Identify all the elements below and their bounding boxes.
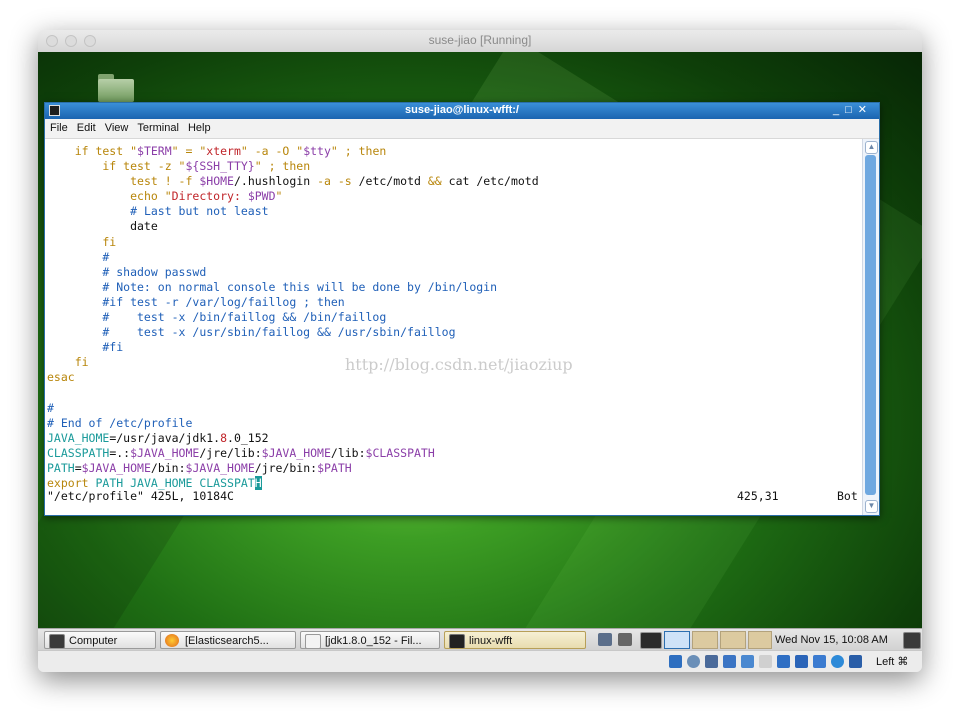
close-icon[interactable]: ✕: [858, 104, 873, 116]
video-capture-icon[interactable]: [795, 655, 808, 668]
guest-desktop: suse-jiao@linux-wfft:/ _□✕ File Edit View T…: [38, 52, 922, 650]
optical-drive-icon[interactable]: [687, 655, 700, 668]
workspace-3[interactable]: [720, 631, 746, 649]
workspace-2[interactable]: [692, 631, 718, 649]
scrollbar-thumb[interactable]: [865, 155, 876, 495]
menu-terminal[interactable]: Terminal: [132, 119, 183, 134]
network-icon[interactable]: [598, 633, 612, 646]
taskbar-file-manager[interactable]: [jdk1.8.0_152 - Fil...: [300, 631, 440, 649]
shared-folders-icon[interactable]: [759, 655, 772, 668]
display-status-icon[interactable]: [777, 655, 790, 668]
keyboard-icon[interactable]: [849, 655, 862, 668]
terminal-window: suse-jiao@linux-wfft:/ _□✕ File Edit View T…: [44, 102, 880, 516]
vim-buffer[interactable]: if test "$TERM" = "xterm" -a -O "$tty" ;…: [47, 144, 539, 491]
menu-view[interactable]: View: [100, 119, 133, 134]
usb-icon[interactable]: [741, 655, 754, 668]
taskbar-computer[interactable]: Computer: [44, 631, 156, 649]
display-icon[interactable]: [640, 632, 662, 649]
virtualbox-title: suse-jiao [Running]: [428, 33, 532, 47]
vim-statusline: "/etc/profile" 425L, 10184C 425,31 Bot: [47, 489, 859, 503]
terminal-content[interactable]: if test "$TERM" = "xterm" -a -O "$tty" ;…: [45, 139, 863, 515]
virtualbox-titlebar[interactable]: suse-jiao [Running]: [38, 30, 922, 53]
terminal-titlebar[interactable]: suse-jiao@linux-wfft:/ _□✕: [45, 103, 879, 119]
terminal-scrollbar[interactable]: ▲ ▼: [862, 139, 879, 515]
mouse-integration-icon[interactable]: [831, 655, 844, 668]
network-adapter-icon[interactable]: [723, 655, 736, 668]
clock[interactable]: Wed Nov 15, 10:08 AM: [775, 634, 888, 646]
host-key: Left ⌘: [876, 656, 909, 668]
cpu-icon[interactable]: [813, 655, 826, 668]
volume-icon[interactable]: [618, 633, 632, 646]
scroll-down-icon[interactable]: ▼: [865, 500, 878, 513]
terminal-icon: [449, 634, 465, 648]
terminal-menubar: File Edit View Terminal Help: [45, 119, 879, 139]
firefox-icon: [165, 634, 179, 647]
hard-disk-icon[interactable]: [669, 655, 682, 668]
file-info: "/etc/profile" 425L, 10184C: [47, 489, 234, 503]
workspace-1[interactable]: [664, 631, 690, 649]
watermark: http://blog.csdn.net/jiaoziup: [345, 355, 573, 374]
scroll-up-icon[interactable]: ▲: [865, 141, 878, 154]
taskbar-elasticsearch[interactable]: [Elasticsearch5...: [160, 631, 296, 649]
virtualbox-window: suse-jiao [Running] suse-jiao@linux-wfft…: [38, 30, 922, 672]
cursor-position: 425,31: [737, 489, 779, 503]
menu-help[interactable]: Help: [183, 119, 215, 134]
show-desktop-icon[interactable]: [903, 632, 921, 649]
folder-icon[interactable]: [98, 74, 134, 102]
menu-file[interactable]: File: [45, 119, 72, 134]
audio-icon[interactable]: [705, 655, 718, 668]
virtualbox-statusbar: Left ⌘: [38, 650, 922, 672]
maximize-icon[interactable]: □: [845, 104, 858, 116]
file-manager-icon: [305, 634, 321, 648]
computer-icon: [49, 634, 65, 648]
minimize-icon[interactable]: _: [833, 104, 845, 116]
menu-edit[interactable]: Edit: [72, 119, 100, 134]
taskbar-terminal[interactable]: linux-wfft: [444, 631, 586, 649]
workspace-4[interactable]: [748, 631, 772, 649]
scroll-indicator: Bot: [837, 489, 858, 503]
terminal-title: suse-jiao@linux-wfft:/: [404, 104, 519, 116]
